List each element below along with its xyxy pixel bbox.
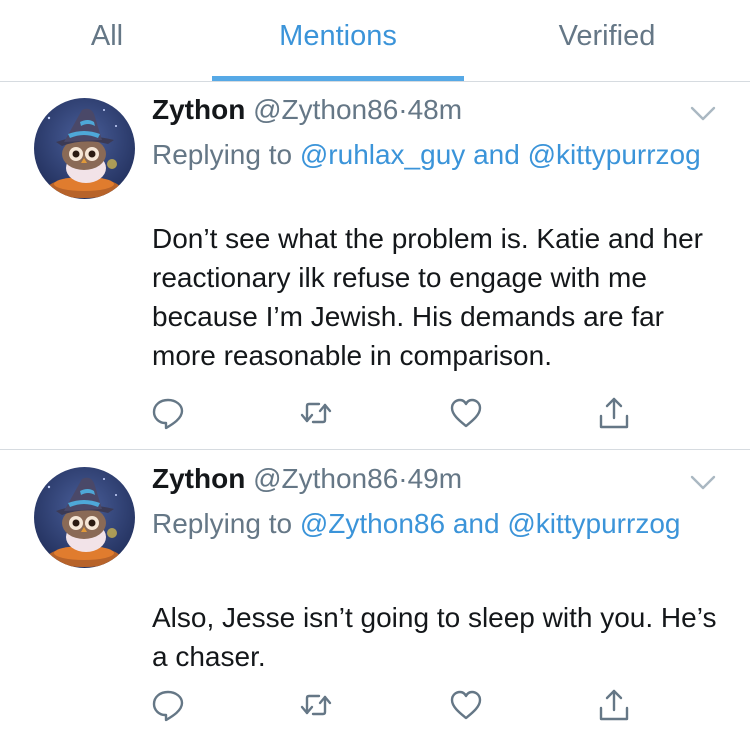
replying-and: and <box>452 508 500 539</box>
replying-to: Replying to @ruhlax_guy and @kittypurrzo… <box>152 134 712 175</box>
chevron-down-icon[interactable] <box>690 475 716 491</box>
user-handle[interactable]: @Zython86 <box>253 463 398 494</box>
timestamp: 49m <box>407 463 463 494</box>
replying-user-link[interactable]: @Zython86 <box>300 508 445 539</box>
tweet-actions <box>150 395 640 435</box>
tab-verified[interactable]: Verified <box>520 20 694 53</box>
retweet-icon[interactable] <box>298 395 338 435</box>
display-name[interactable]: Zython <box>152 94 245 125</box>
share-icon[interactable] <box>596 395 636 435</box>
like-icon[interactable] <box>448 687 488 727</box>
replying-prefix: Replying to <box>152 139 293 170</box>
tab-all[interactable]: All <box>60 20 154 53</box>
replying-user-link[interactable]: @kittypurrzog <box>507 508 680 539</box>
share-icon[interactable] <box>596 687 636 727</box>
active-tab-indicator <box>212 76 464 81</box>
tab-mentions[interactable]: Mentions <box>212 20 464 53</box>
retweet-icon[interactable] <box>298 687 338 727</box>
user-handle[interactable]: @Zython86 <box>253 94 398 125</box>
replying-to: Replying to @Zython86 and @kittypurrzog <box>152 503 712 544</box>
tweet-actions <box>150 687 640 727</box>
notification-tabs: All Mentions Verified <box>0 0 750 82</box>
tweet-header: Zython @Zython86·49m <box>152 463 462 495</box>
replying-user-link[interactable]: @ruhlax_guy <box>300 139 465 170</box>
avatar[interactable] <box>34 467 135 568</box>
avatar[interactable] <box>34 98 135 199</box>
like-icon[interactable] <box>448 395 488 435</box>
reply-icon[interactable] <box>150 687 190 727</box>
replying-prefix: Replying to <box>152 508 293 539</box>
separator-dot: · <box>398 463 408 494</box>
separator-dot: · <box>398 94 408 125</box>
tweet-header: Zython @Zython86·48m <box>152 94 462 126</box>
chevron-down-icon[interactable] <box>690 106 716 122</box>
tweet-text: Also, Jesse isn’t going to sleep with yo… <box>152 602 717 672</box>
display-name[interactable]: Zython <box>152 463 245 494</box>
timestamp: 48m <box>407 94 463 125</box>
replying-user-link[interactable]: @kittypurrzog <box>528 139 701 170</box>
tweet[interactable]: Zython @Zython86·49m Replying to @Zython… <box>0 451 750 735</box>
tweet[interactable]: Zython @Zython86·48m Replying to @ruhlax… <box>0 82 750 450</box>
tweet-text: Don’t see what the problem is. Katie and… <box>152 223 703 371</box>
replying-and: and <box>473 139 520 170</box>
reply-icon[interactable] <box>150 395 190 435</box>
